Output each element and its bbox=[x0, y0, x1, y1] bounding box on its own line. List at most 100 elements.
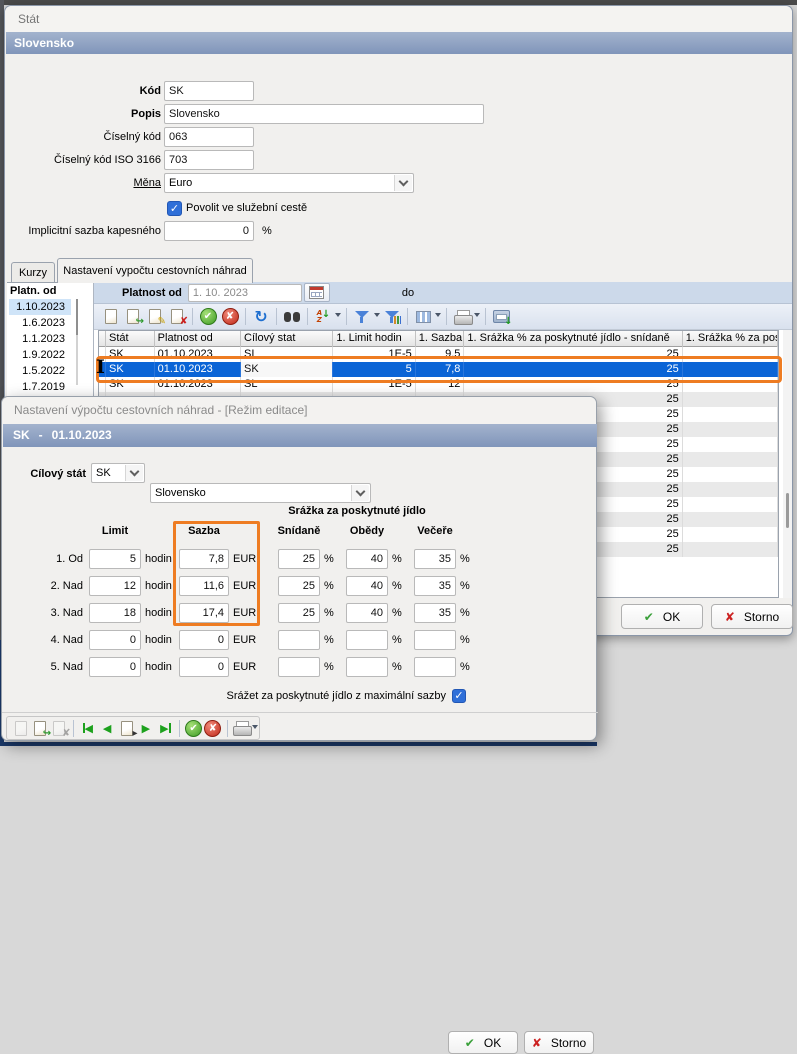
last-record-button[interactable]: ▶ bbox=[156, 718, 175, 738]
confirm-button[interactable]: ✔ bbox=[184, 718, 203, 738]
rate-row: 5. Nad hodin EUR % % % bbox=[2, 657, 596, 677]
export-button[interactable] bbox=[490, 307, 512, 327]
col-header-snidane[interactable]: 1. Srážka % za poskytnuté jídlo - snídan… bbox=[464, 331, 682, 347]
dinner-percent-input[interactable] bbox=[414, 657, 456, 677]
col-header-pos[interactable]: 1. Srážka % za pos bbox=[683, 331, 778, 347]
table-scrollbar-thumb[interactable] bbox=[786, 493, 789, 528]
delete-record-button[interactable]: ✘ bbox=[50, 718, 69, 738]
limit-input[interactable] bbox=[89, 603, 141, 623]
platnost-od-input[interactable] bbox=[188, 284, 302, 302]
tab-kurzy[interactable]: Kurzy bbox=[11, 262, 55, 283]
sort-dropdown-caret[interactable] bbox=[335, 313, 341, 320]
rate-input[interactable] bbox=[179, 657, 229, 677]
print-button[interactable] bbox=[451, 307, 473, 327]
copy-record-button[interactable]: ↪ bbox=[30, 718, 49, 738]
platnost-od-label: Platnost od bbox=[122, 287, 182, 299]
breakfast-percent-input[interactable] bbox=[278, 657, 320, 677]
limit-input[interactable] bbox=[89, 549, 141, 569]
open-list-button[interactable]: ▸ bbox=[117, 718, 136, 738]
col-header-platnost[interactable]: Platnost od bbox=[155, 331, 241, 347]
limit-input[interactable] bbox=[89, 657, 141, 677]
tab-nastaveni-nahrad[interactable]: Nastavení vypočtu cestovních náhrad bbox=[57, 258, 253, 283]
dinner-percent-input[interactable] bbox=[414, 603, 456, 623]
main-storno-button[interactable]: ✘ Storno bbox=[711, 604, 793, 629]
lunch-percent-input[interactable] bbox=[346, 657, 388, 677]
mena-dropdown-button[interactable] bbox=[394, 175, 412, 191]
new-record-button[interactable] bbox=[100, 307, 122, 327]
percent-label: % bbox=[460, 580, 472, 592]
delete-record-button[interactable]: ✘ bbox=[166, 307, 188, 327]
sidebar-scrollbar-thumb[interactable] bbox=[76, 299, 78, 335]
col-header-limit[interactable]: 1. Limit hodin bbox=[333, 331, 415, 347]
dialog-storno-button[interactable]: ✘ Storno bbox=[524, 1031, 594, 1054]
edit-record-button[interactable]: ✎ bbox=[144, 307, 166, 327]
limit-input[interactable] bbox=[89, 576, 141, 596]
table-scrollbar[interactable] bbox=[783, 330, 792, 598]
storno-x-icon: ✘ bbox=[725, 610, 735, 624]
columns-button[interactable] bbox=[412, 307, 434, 327]
confirm-button[interactable]: ✔ bbox=[197, 307, 219, 327]
lunch-percent-input[interactable] bbox=[346, 603, 388, 623]
dialog-header-date: 01.10.2023 bbox=[52, 424, 112, 447]
col-header-sazba[interactable]: 1. Sazba bbox=[416, 331, 465, 347]
max-rate-checkbox[interactable]: ✓ bbox=[452, 689, 466, 703]
filter-values-button[interactable] bbox=[381, 307, 403, 327]
print-dropdown-caret[interactable] bbox=[474, 313, 480, 320]
lunch-percent-input[interactable] bbox=[346, 576, 388, 596]
name-dropdown-button[interactable] bbox=[351, 485, 369, 501]
mena-combobox[interactable]: Euro bbox=[164, 173, 414, 193]
iso-kod-input[interactable] bbox=[164, 150, 254, 170]
sidebar-date-item[interactable]: 1.7.2019 bbox=[9, 379, 71, 395]
breakfast-percent-input[interactable] bbox=[278, 549, 320, 569]
code-dropdown-button[interactable] bbox=[125, 465, 143, 481]
mena-label[interactable]: Měna bbox=[5, 177, 161, 189]
col-header-cilovy[interactable]: Cílový stat bbox=[241, 331, 333, 347]
dinner-percent-input[interactable] bbox=[414, 549, 456, 569]
next-record-button[interactable]: ▶ bbox=[136, 718, 155, 738]
sort-az-button[interactable]: AZ bbox=[312, 307, 334, 327]
refresh-button[interactable]: ↻ bbox=[250, 307, 272, 327]
sidebar-date-item[interactable]: 1.1.2023 bbox=[9, 331, 71, 347]
breakfast-percent-input[interactable] bbox=[278, 576, 320, 596]
cancel-button[interactable]: ✘ bbox=[219, 307, 241, 327]
sidebar-date-item[interactable]: 1.6.2023 bbox=[9, 315, 71, 331]
columns-dropdown-caret[interactable] bbox=[435, 313, 441, 320]
sidebar-date-item[interactable]: 1.10.2023 bbox=[9, 299, 71, 315]
form-row-kapesne: Implicitní sazba kapesného % bbox=[5, 221, 272, 241]
kapesne-input[interactable] bbox=[164, 221, 254, 241]
dinner-percent-input[interactable] bbox=[414, 630, 456, 650]
col-header-stat[interactable]: Stát bbox=[106, 331, 155, 347]
povolit-checkbox[interactable]: ✓ bbox=[167, 201, 182, 216]
rate-rows: 1. Od hodin EUR % % % 2. Nad hodin EUR %… bbox=[2, 549, 596, 684]
popis-input[interactable] bbox=[164, 104, 484, 124]
rate-input[interactable] bbox=[179, 630, 229, 650]
sidebar-date-item[interactable]: 1.9.2022 bbox=[9, 347, 71, 363]
cilovy-stat-name-value: Slovensko bbox=[155, 487, 206, 499]
copy-record-button[interactable]: ↪ bbox=[122, 307, 144, 327]
dinner-percent-input[interactable] bbox=[414, 576, 456, 596]
breakfast-percent-input[interactable] bbox=[278, 603, 320, 623]
calendar-button[interactable] bbox=[304, 283, 330, 302]
limit-input[interactable] bbox=[89, 630, 141, 650]
new-record-icon bbox=[105, 309, 117, 324]
print-dropdown-caret[interactable] bbox=[252, 725, 258, 732]
previous-record-button[interactable]: ◀ bbox=[97, 718, 116, 738]
sidebar-date-item[interactable]: 1.5.2022 bbox=[9, 363, 71, 379]
filter-dropdown-caret[interactable] bbox=[374, 313, 380, 320]
lunch-percent-input[interactable] bbox=[346, 630, 388, 650]
print-button[interactable] bbox=[232, 718, 251, 738]
lunch-percent-input[interactable] bbox=[346, 549, 388, 569]
window-title: Stát bbox=[5, 6, 792, 32]
cilovy-stat-code-combobox[interactable]: SK bbox=[91, 463, 145, 483]
kod-input[interactable] bbox=[164, 81, 254, 101]
first-record-button[interactable]: ◀ bbox=[78, 718, 97, 738]
cilovy-stat-name-combobox[interactable]: Slovensko bbox=[150, 483, 371, 503]
breakfast-percent-input[interactable] bbox=[278, 630, 320, 650]
dialog-ok-button[interactable]: ✔ OK bbox=[448, 1031, 518, 1054]
main-ok-button[interactable]: ✔ OK bbox=[621, 604, 703, 629]
ciselny-kod-input[interactable] bbox=[164, 127, 254, 147]
cancel-button[interactable]: ✘ bbox=[203, 718, 222, 738]
new-record-button[interactable] bbox=[11, 718, 30, 738]
search-button[interactable] bbox=[281, 307, 303, 327]
filter-button[interactable] bbox=[351, 307, 373, 327]
